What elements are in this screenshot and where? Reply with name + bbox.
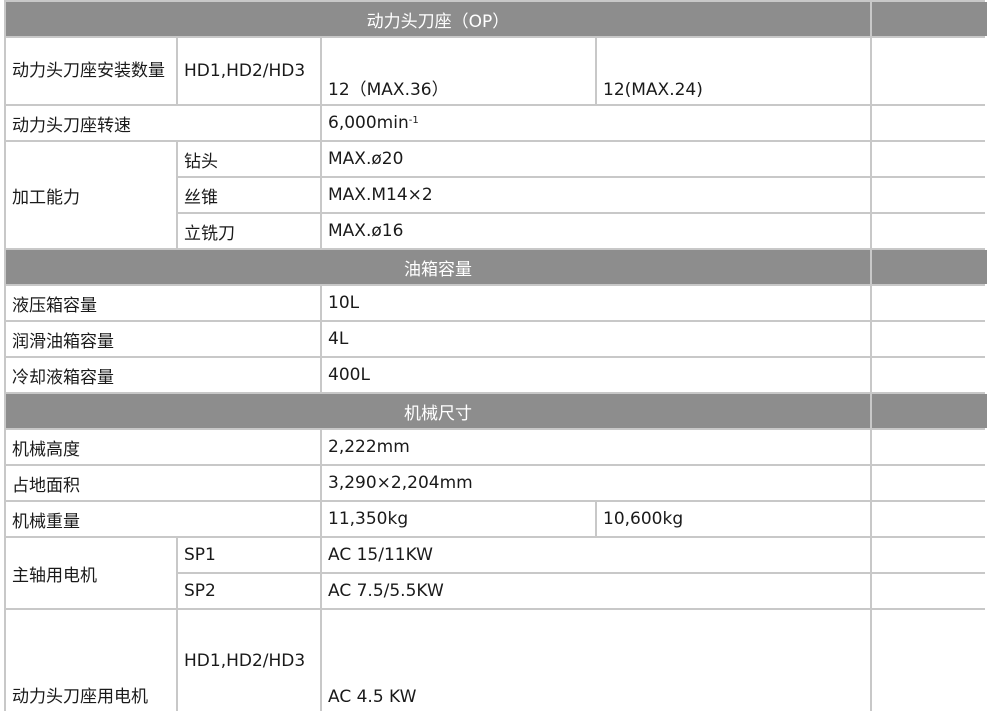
spindle-motor-label: 主轴用电机 [6, 538, 176, 608]
section-header-tank: 油箱容量 [6, 250, 870, 284]
section-header-dimensions: 机械尺寸 [6, 394, 870, 428]
floor-space-label: 占地面积 [6, 466, 320, 500]
sp2-label: SP2 [178, 574, 320, 608]
machine-height-value: 2,222mm [322, 430, 870, 464]
turret-speed-exponent: -1 [408, 114, 419, 126]
sp1-label: SP1 [178, 538, 320, 572]
install-count-value-2: 12(MAX.24) [597, 38, 870, 104]
sp2-value: AC 7.5/5.5KW [322, 574, 870, 608]
extra-cell [872, 394, 987, 428]
floor-space-value: 3,290×2,204mm [322, 466, 870, 500]
extra-cell [872, 358, 987, 392]
machine-weight-value-1: 11,350kg [322, 502, 595, 536]
install-count-sub-label: HD1,HD2/HD3 [178, 38, 320, 104]
section-header-turret: 动力头刀座（OP） [6, 2, 870, 36]
extra-cell [872, 142, 987, 176]
tap-label: 丝锥 [178, 178, 320, 212]
spec-table: 动力头刀座（OP） 动力头刀座安装数量 HD1,HD2/HD3 12（MAX.3… [4, 0, 987, 711]
install-count-label: 动力头刀座安装数量 [6, 38, 176, 104]
extra-cell [872, 286, 987, 320]
tap-value: MAX.M14×2 [322, 178, 870, 212]
extra-cell [872, 610, 987, 711]
hydraulic-tank-value: 10L [322, 286, 870, 320]
extra-cell [872, 538, 987, 572]
lube-tank-label: 润滑油箱容量 [6, 322, 320, 356]
extra-cell [872, 502, 987, 536]
machining-capacity-label: 加工能力 [6, 142, 176, 248]
end-mill-label: 立铣刀 [178, 214, 320, 248]
extra-cell [872, 430, 987, 464]
turret-speed-number: 6,000min [328, 113, 409, 133]
lube-tank-value: 4L [322, 322, 870, 356]
turret-speed-value: 6,000min -1 [322, 106, 870, 140]
extra-cell [872, 250, 987, 284]
machine-weight-label: 机械重量 [6, 502, 320, 536]
drill-label: 钻头 [178, 142, 320, 176]
drill-value: MAX.ø20 [322, 142, 870, 176]
turret-motor-label: 动力头刀座用电机 [6, 610, 176, 711]
hydraulic-tank-label: 液压箱容量 [6, 286, 320, 320]
coolant-tank-value: 400L [322, 358, 870, 392]
coolant-tank-label: 冷却液箱容量 [6, 358, 320, 392]
sp1-value: AC 15/11KW [322, 538, 870, 572]
extra-cell [872, 106, 987, 140]
extra-cell [872, 2, 987, 36]
extra-cell [872, 214, 987, 248]
extra-cell [872, 38, 987, 104]
end-mill-value: MAX.ø16 [322, 214, 870, 248]
machine-height-label: 机械高度 [6, 430, 320, 464]
extra-cell [872, 466, 987, 500]
machine-weight-value-2: 10,600kg [597, 502, 870, 536]
install-count-value-1: 12（MAX.36） [322, 38, 595, 104]
turret-speed-label: 动力头刀座转速 [6, 106, 320, 140]
extra-cell [872, 322, 987, 356]
extra-cell [872, 178, 987, 212]
extra-cell [872, 574, 987, 608]
turret-motor-value: AC 4.5 KW [322, 610, 870, 711]
turret-motor-sub-label: HD1,HD2/HD3 [178, 610, 320, 711]
